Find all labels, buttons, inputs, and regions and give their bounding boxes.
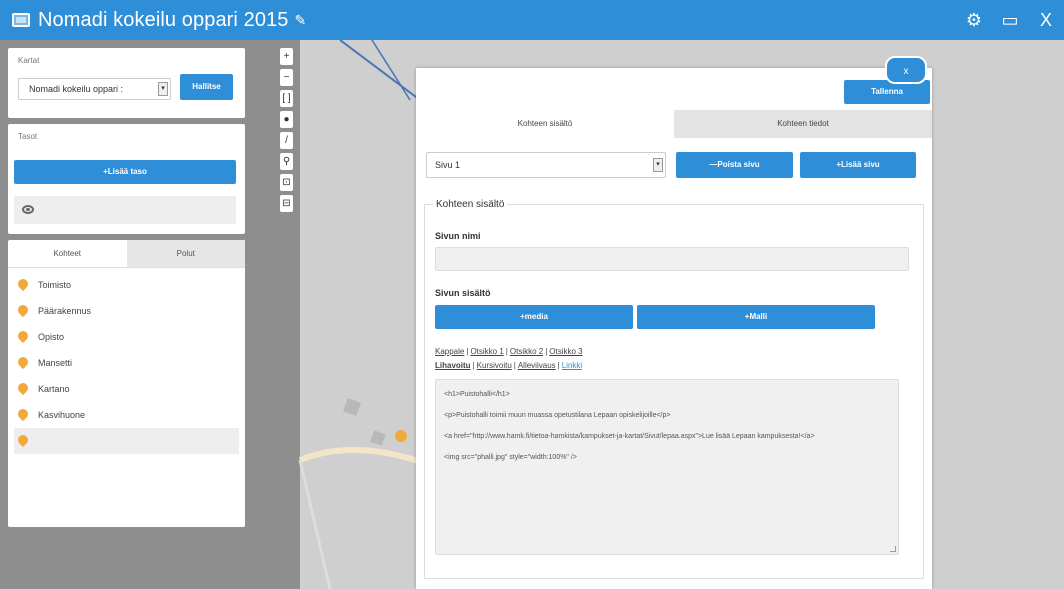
map-pin-icon [18, 357, 28, 369]
list-item-label: Kartano [38, 384, 70, 394]
chevron-down-icon: ▾ [653, 158, 663, 172]
dialog-close-button[interactable]: x [885, 56, 927, 84]
list-item-label: Mansetti [38, 358, 73, 368]
tab-object-info[interactable]: Kohteen tiedot [674, 110, 932, 138]
sidebar: Kartat Nomadi kokeilu oppari : ▾ Hallits… [8, 48, 245, 533]
page-name-label: Sivun nimi [435, 231, 481, 241]
close-icon[interactable]: X [1028, 10, 1064, 31]
list-item[interactable]: Kartano [8, 376, 245, 402]
add-layer-button[interactable]: +Lisää taso [14, 160, 236, 184]
map-pin-icon [18, 409, 28, 421]
list-item[interactable]: Kasvihuone [8, 402, 245, 428]
dialog-tabs: Kohteen sisältö Kohteen tiedot [416, 110, 932, 138]
page-select[interactable]: Sivu 1 ▾ [426, 152, 666, 178]
section-title: Kohteen sisältö [433, 199, 508, 210]
top-right-actions: ⚙ ▭ X [956, 0, 1064, 40]
pencil-icon[interactable]: ✎ [295, 12, 307, 29]
list-item[interactable]: Päärakennus [8, 298, 245, 324]
map-toolbar: + − [ ] ● / ⚲ ⊡ ⊟ [280, 48, 294, 216]
maps-panel-title: Kartat [18, 56, 40, 65]
object-list: Toimisto Päärakennus Opisto Mansetti Kar… [8, 268, 245, 454]
list-item-selected[interactable] [14, 428, 239, 454]
code-line: <h1>Puistohalli</h1> [444, 391, 510, 398]
map-pin-icon [18, 435, 28, 447]
list-item-label: Päärakennus [38, 306, 92, 316]
format-paragraph[interactable]: Kappale [435, 347, 464, 356]
objects-panel: Kohteet Polut Toimisto Päärakennus Opist… [8, 240, 245, 527]
format-toolbar-headings: Kappale | Otsikko 1 | Otsikko 2 | Otsikko 3 [435, 347, 583, 356]
delete-page-button[interactable]: —Poista sivu [676, 152, 793, 178]
page-name-input[interactable] [435, 247, 909, 271]
edit-tool-button[interactable]: ⊡ [280, 174, 293, 191]
tab-paths[interactable]: Polut [126, 240, 245, 267]
format-toolbar-styles: Lihavoitu | Kursivoitu | Alleviivaus | Linkki [435, 361, 583, 370]
add-model-button[interactable]: +Malli [637, 305, 875, 329]
marker-tool-button[interactable]: ⚲ [280, 153, 293, 170]
layers-panel-title: Tasot [18, 132, 38, 141]
add-page-button[interactable]: +Lisää sivu [800, 152, 916, 178]
add-media-button[interactable]: +media [435, 305, 633, 329]
code-line: <img src="phalli.jpg" style="width:100%"… [444, 454, 577, 461]
tab-object-content[interactable]: Kohteen sisältö [416, 110, 674, 138]
page-select-value: Sivu 1 [435, 160, 461, 170]
list-item-label: Opisto [38, 332, 65, 342]
format-link[interactable]: Linkki [562, 361, 582, 370]
map-pin-icon [18, 383, 28, 395]
format-bold[interactable]: Lihavoitu [435, 361, 471, 370]
chevron-down-icon: ▾ [158, 82, 168, 96]
objects-tabs: Kohteet Polut [8, 240, 245, 268]
list-item-label: Toimisto [38, 280, 72, 290]
page-content-label: Sivun sisältö [435, 288, 491, 298]
layer-row[interactable] [14, 196, 236, 224]
map-pin-icon [18, 305, 28, 317]
map-select[interactable]: Nomadi kokeilu oppari : ▾ [18, 78, 171, 100]
format-h1[interactable]: Otsikko 1 [470, 347, 503, 356]
object-content-dialog: Tallenna Kohteen sisältö Kohteen tiedot … [416, 68, 932, 589]
app-title: Nomadi kokeilu oppari 2015 [38, 8, 289, 31]
code-line: <a href="http://www.hamk.fi/tietoa-hamki… [444, 433, 815, 440]
fit-bounds-button[interactable]: [ ] [280, 90, 293, 107]
maps-panel: Kartat Nomadi kokeilu oppari : ▾ Hallits… [8, 48, 245, 118]
list-item-label: Kasvihuone [38, 410, 86, 420]
list-item[interactable]: Mansetti [8, 350, 245, 376]
map-pin-icon [18, 331, 28, 343]
zoom-in-button[interactable]: + [280, 48, 293, 65]
code-line: <p>Puistohalli toimii muun muassa opetus… [444, 412, 671, 419]
map-select-value: Nomadi kokeilu oppari : [29, 84, 124, 94]
manage-button[interactable]: Hallitse [180, 74, 233, 100]
format-underline[interactable]: Alleviivaus [518, 361, 556, 370]
resize-handle[interactable] [890, 546, 896, 552]
tab-objects[interactable]: Kohteet [8, 240, 127, 267]
line-tool-button[interactable]: / [280, 132, 293, 149]
list-item[interactable]: Opisto [8, 324, 245, 350]
map-pin-icon [18, 279, 28, 291]
gear-icon[interactable]: ⚙ [956, 10, 992, 31]
point-tool-button[interactable]: ● [280, 111, 293, 128]
top-bar: Nomadi kokeilu oppari 2015 ✎ ⚙ ▭ X [0, 0, 1064, 40]
list-item[interactable]: Toimisto [8, 272, 245, 298]
layers-panel: Tasot +Lisää taso [8, 124, 245, 234]
delete-tool-button[interactable]: ⊟ [280, 195, 293, 212]
eye-icon[interactable] [22, 205, 34, 214]
format-h3[interactable]: Otsikko 3 [549, 347, 582, 356]
zoom-out-button[interactable]: − [280, 69, 293, 86]
content-fieldset: Kohteen sisältö Sivun nimi Sivun sisältö… [424, 199, 924, 579]
map-app-icon [12, 13, 30, 27]
page-content-editor[interactable]: <h1>Puistohalli</h1> <p>Puistohalli toim… [435, 379, 899, 555]
format-h2[interactable]: Otsikko 2 [510, 347, 543, 356]
folder-icon[interactable]: ▭ [992, 10, 1028, 31]
format-italic[interactable]: Kursivoitu [477, 361, 512, 370]
